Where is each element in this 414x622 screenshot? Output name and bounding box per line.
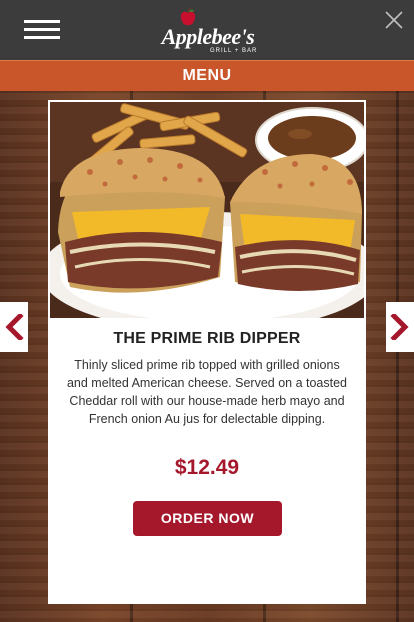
item-description: Thinly sliced prime rib topped with gril…	[66, 358, 348, 426]
top-bar: Applebee's GRILL + BAR	[0, 0, 414, 60]
menu-title-bar: MENU	[0, 60, 414, 91]
applebees-logo[interactable]: Applebee's GRILL + BAR	[158, 6, 258, 56]
item-price: $12.49	[174, 456, 240, 479]
menu-item-card: THE PRIME RIB DIPPER Thinly sliced prime…	[48, 100, 366, 604]
next-item-button[interactable]	[386, 302, 414, 352]
close-icon[interactable]	[384, 10, 404, 30]
hamburger-line	[24, 28, 60, 31]
item-title: THE PRIME RIB DIPPER	[113, 330, 301, 347]
logo-subtext: GRILL + BAR	[210, 48, 258, 54]
chevron-left-icon	[5, 314, 24, 340]
chevron-right-icon	[390, 314, 409, 340]
prime-rib-dipper-illustration	[50, 102, 364, 318]
hamburger-line	[24, 20, 60, 23]
logo-text: Applebee's	[161, 24, 255, 49]
previous-item-button[interactable]	[0, 302, 28, 352]
item-photo	[50, 102, 364, 318]
order-now-button[interactable]: ORDER NOW	[133, 501, 282, 536]
hamburger-menu-icon[interactable]	[24, 20, 60, 40]
hamburger-line	[24, 36, 60, 39]
